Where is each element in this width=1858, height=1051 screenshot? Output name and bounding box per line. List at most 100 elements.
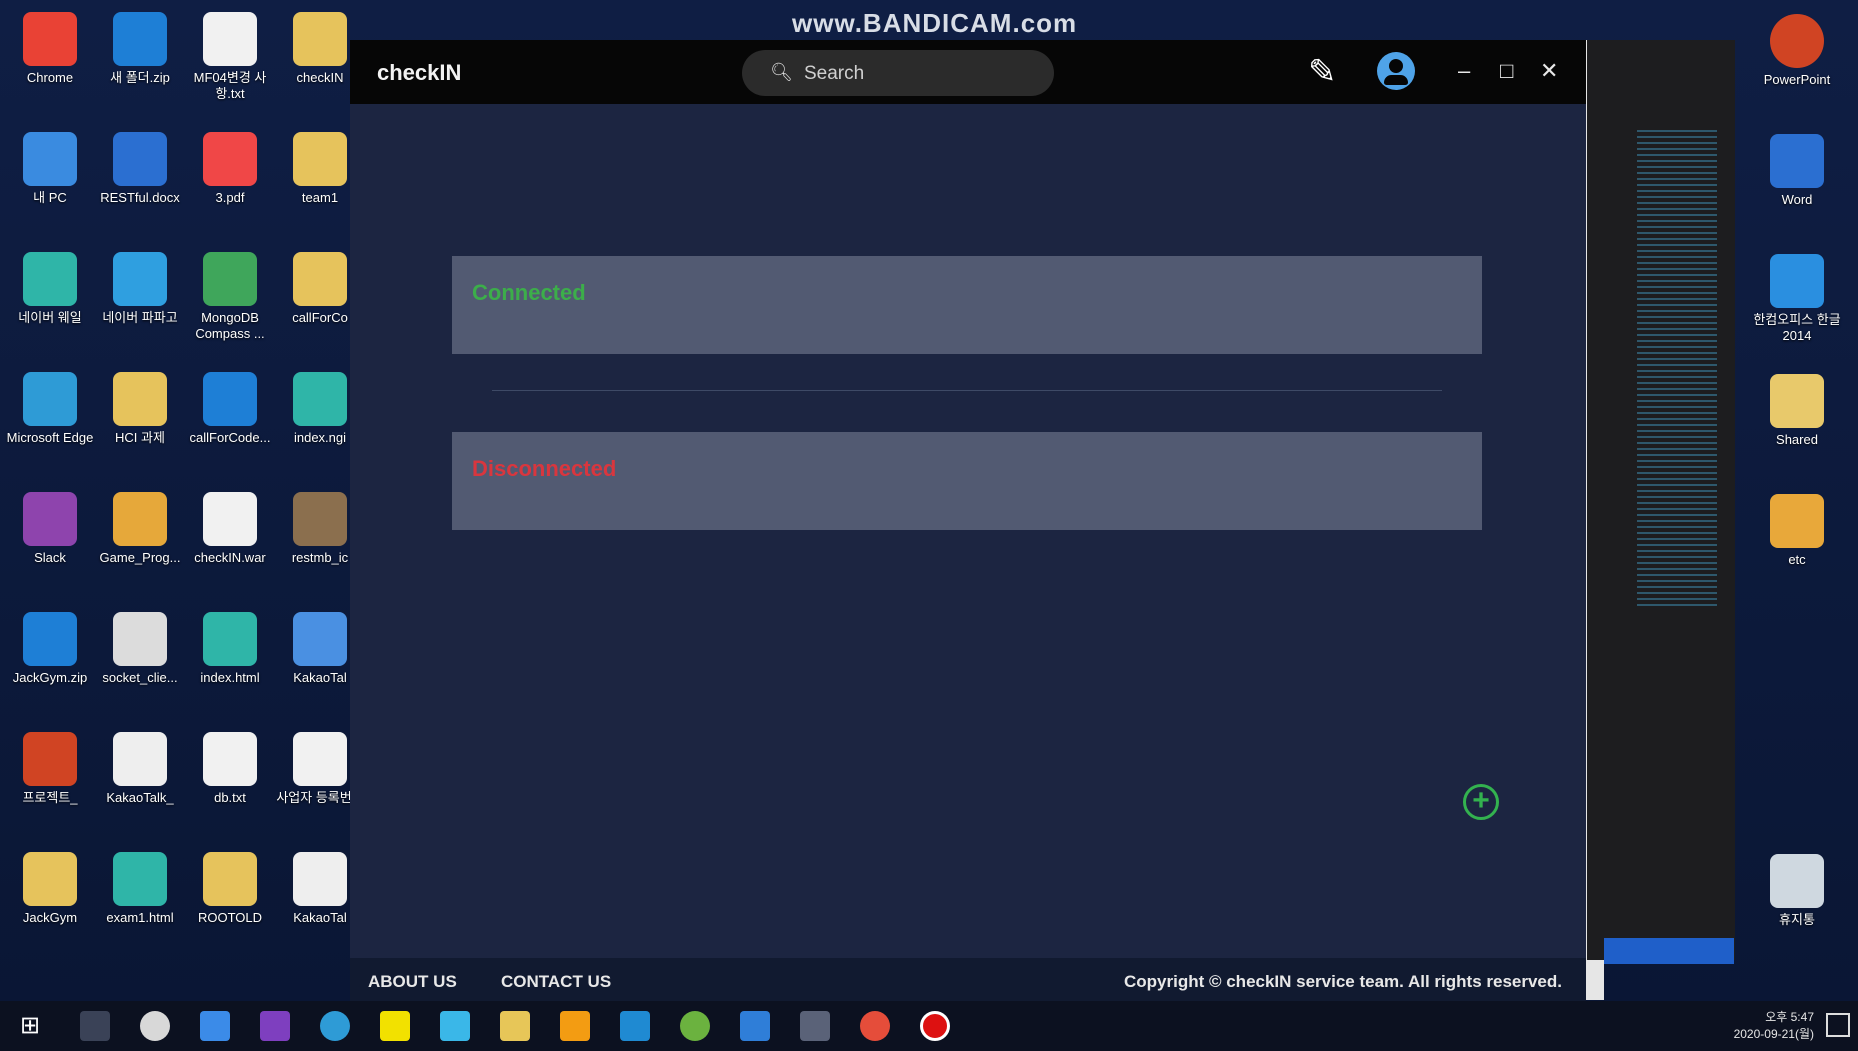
desktop-icon[interactable]: 3.pdf bbox=[185, 120, 275, 206]
app-taskbar-icon-2[interactable] bbox=[200, 1011, 230, 1041]
background-editor-window bbox=[1587, 40, 1735, 960]
file-icon bbox=[203, 852, 257, 906]
desktop-icon[interactable]: JackGym bbox=[5, 840, 95, 926]
search-placeholder[interactable]: Search bbox=[804, 63, 864, 85]
mail-icon[interactable] bbox=[740, 1011, 770, 1041]
file-icon bbox=[23, 492, 77, 546]
desktop-icon-powerpoint[interactable]: PowerPoint bbox=[1752, 2, 1842, 88]
file-icon bbox=[23, 852, 77, 906]
device-card-connected[interactable]: Connected bbox=[452, 256, 1482, 354]
minimize-button[interactable]: – bbox=[1458, 58, 1470, 84]
word-icon bbox=[1770, 134, 1824, 188]
app-footer: ABOUT US CONTACT US Copyright © checkIN … bbox=[350, 958, 1586, 1002]
file-icon bbox=[203, 612, 257, 666]
desktop-icon[interactable]: 내 PC bbox=[5, 120, 95, 206]
search-bar[interactable]: 🔍︎ Search bbox=[742, 50, 1054, 96]
desktop-icon[interactable]: JackGym.zip bbox=[5, 600, 95, 686]
file-icon bbox=[23, 372, 77, 426]
desktop-icon[interactable]: callForCode... bbox=[185, 360, 275, 446]
vscode-icon[interactable] bbox=[620, 1011, 650, 1041]
desktop-icon[interactable]: MongoDB Compass ... bbox=[185, 240, 275, 342]
system-clock[interactable]: 오후 5:47 2020-09-21(월) bbox=[1734, 1009, 1814, 1043]
desktop-icon-label: db.txt bbox=[214, 790, 246, 805]
desktop-icon[interactable]: Microsoft Edge bbox=[5, 360, 95, 446]
file-icon bbox=[113, 132, 167, 186]
record-icon[interactable] bbox=[920, 1011, 950, 1041]
file-icon bbox=[23, 12, 77, 66]
desktop-icon[interactable]: index.html bbox=[185, 600, 275, 686]
app-brand[interactable]: checkIN bbox=[377, 60, 461, 86]
file-explorer-icon[interactable] bbox=[500, 1011, 530, 1041]
sublime-icon[interactable] bbox=[560, 1011, 590, 1041]
desktop-icon-word[interactable]: Word bbox=[1752, 122, 1842, 208]
desktop-icon[interactable]: Chrome bbox=[5, 0, 95, 86]
status-connected: Connected bbox=[472, 280, 586, 305]
clock-date: 2020-09-21(월) bbox=[1733, 1027, 1814, 1041]
desktop-icon[interactable]: ROOTOLD bbox=[185, 840, 275, 926]
file-icon bbox=[23, 132, 77, 186]
desktop-icon[interactable]: MF04변경 사항.txt bbox=[185, 0, 275, 102]
kakaotalk-icon[interactable] bbox=[380, 1011, 410, 1041]
notifications-icon[interactable] bbox=[1826, 1013, 1850, 1037]
desktop-icon[interactable]: Game_Prog... bbox=[95, 480, 185, 566]
device-card-disconnected[interactable]: Disconnected bbox=[452, 432, 1482, 530]
desktop-icon-label: KakaoTalk_ bbox=[106, 790, 174, 805]
desktop-icon-label: MongoDB Compass ... bbox=[195, 310, 265, 341]
start-windows-icon[interactable]: ⊞ bbox=[20, 1011, 50, 1041]
status-disconnected: Disconnected bbox=[472, 456, 617, 481]
recycle-bin-icon bbox=[1770, 854, 1824, 908]
account-icon[interactable] bbox=[1377, 52, 1415, 90]
close-button[interactable]: ✕ bbox=[1540, 58, 1558, 84]
desktop-icon[interactable]: 네이버 웨일 bbox=[5, 240, 95, 326]
editor-status-bar bbox=[1604, 938, 1734, 964]
desktop-icon-etc[interactable]: etc bbox=[1752, 482, 1842, 568]
desktop-icon-recycle-bin[interactable]: 휴지통 bbox=[1752, 842, 1842, 928]
desktop-icon[interactable]: RESTful.docx bbox=[95, 120, 185, 206]
desktop-icon-label: 3.pdf bbox=[215, 190, 245, 205]
desktop-icon[interactable]: HCI 과제 bbox=[95, 360, 185, 446]
about-us-link[interactable]: ABOUT US bbox=[368, 972, 457, 992]
desktop-icon[interactable]: checkIN.war bbox=[185, 480, 275, 566]
file-icon bbox=[23, 612, 77, 666]
zip-folder-icon bbox=[1770, 494, 1824, 548]
app-taskbar-icon-3[interactable] bbox=[680, 1011, 710, 1041]
task-view-icon[interactable] bbox=[80, 1011, 110, 1041]
desktop-icon-label: RESTful.docx bbox=[100, 190, 180, 205]
file-icon bbox=[113, 612, 167, 666]
chrome-icon[interactable] bbox=[860, 1011, 890, 1041]
desktop-icon-label: MF04변경 사항.txt bbox=[193, 70, 267, 101]
desktop-icon[interactable]: db.txt bbox=[185, 720, 275, 806]
desktop-icon-hancom[interactable]: 한컴오피스 한글 2014 bbox=[1752, 242, 1842, 344]
desktop-icon[interactable]: exam1.html bbox=[95, 840, 185, 926]
desktop-icon-label: Game_Prog... bbox=[99, 550, 181, 565]
desktop-icon-label: 네이버 파파고 bbox=[102, 310, 178, 325]
app-taskbar-icon-4[interactable] bbox=[800, 1011, 830, 1041]
desktop-icon[interactable]: 새 폴더.zip bbox=[95, 0, 185, 86]
code-minimap bbox=[1637, 130, 1717, 610]
desktop-icon[interactable]: KakaoTalk_ bbox=[95, 720, 185, 806]
desktop-icon[interactable]: 프로젝트_ bbox=[5, 720, 95, 806]
maximize-button[interactable]: □ bbox=[1500, 58, 1513, 84]
folder-icon bbox=[1770, 374, 1824, 428]
desktop-icon[interactable]: socket_clie... bbox=[95, 600, 185, 686]
desktop-icon-label: Microsoft Edge bbox=[6, 430, 94, 445]
hancom-icon bbox=[1770, 254, 1824, 308]
twitter-icon[interactable] bbox=[440, 1011, 470, 1041]
file-icon bbox=[203, 252, 257, 306]
desktop-icon-shared[interactable]: Shared bbox=[1752, 362, 1842, 448]
desktop-icon[interactable]: 네이버 파파고 bbox=[95, 240, 185, 326]
desktop-icon-label: 네이버 웨일 bbox=[18, 310, 82, 325]
desktop-icon-label: checkIN.war bbox=[194, 550, 266, 565]
app-header: checkIN 🔍︎ Search ✎ – □ ✕ bbox=[350, 40, 1586, 104]
add-circle-icon[interactable]: + bbox=[1463, 784, 1499, 820]
desktop-icon[interactable]: Slack bbox=[5, 480, 95, 566]
onenote-icon[interactable] bbox=[260, 1011, 290, 1041]
file-icon bbox=[113, 732, 167, 786]
app-taskbar-icon-1[interactable] bbox=[140, 1011, 170, 1041]
desktop-icon-label: Chrome bbox=[26, 70, 74, 85]
section-divider bbox=[492, 390, 1442, 391]
edge-icon[interactable] bbox=[320, 1011, 350, 1041]
edit-pencil-icon[interactable]: ✎ bbox=[1308, 52, 1337, 92]
desktop-icon-label: socket_clie... bbox=[102, 670, 178, 685]
contact-us-link[interactable]: CONTACT US bbox=[501, 972, 611, 992]
